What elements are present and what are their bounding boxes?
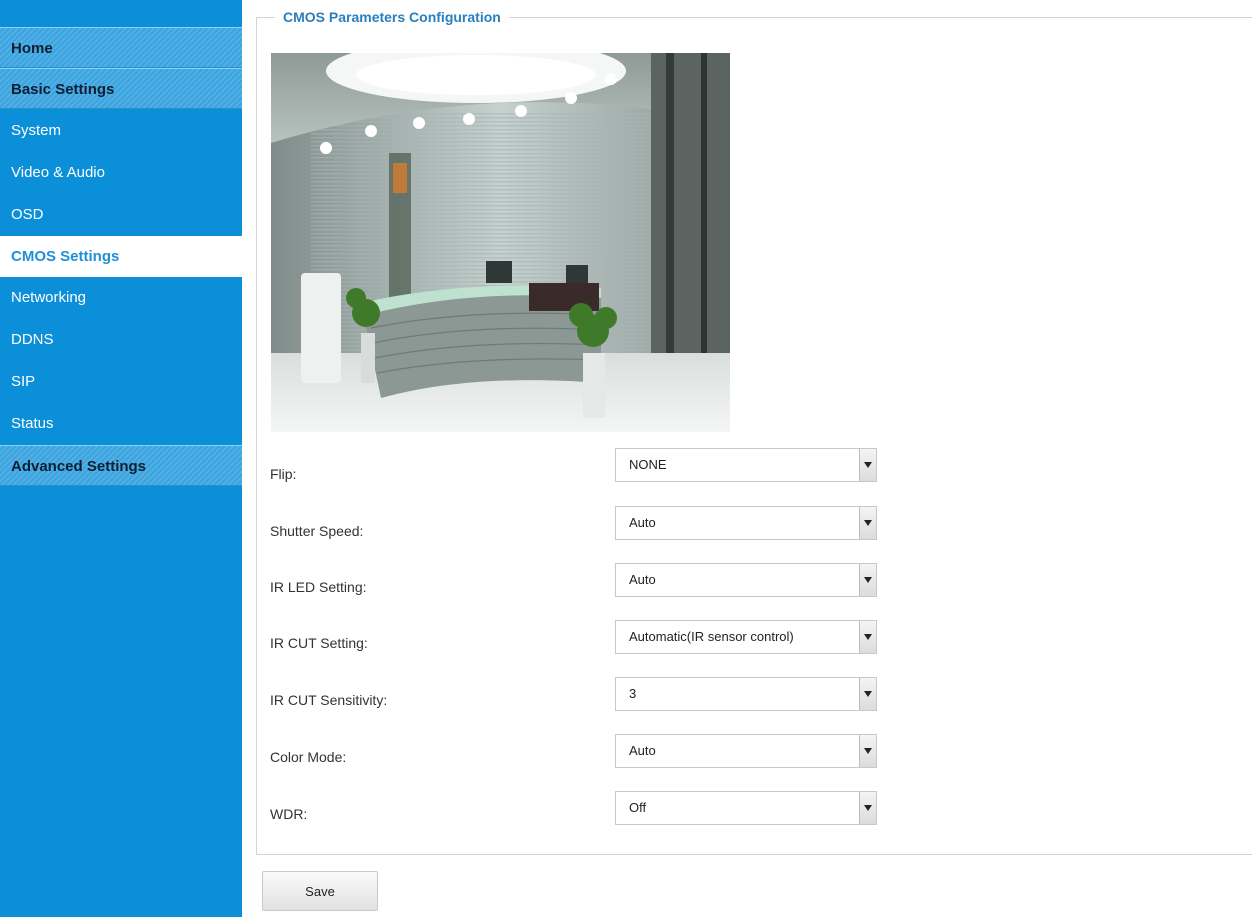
ir-cut-setting-select[interactable]: Automatic(IR sensor control) (615, 620, 877, 654)
chevron-down-icon[interactable] (859, 678, 876, 710)
color-mode-value: Auto (629, 743, 656, 758)
sidebar-item-home[interactable]: Home (0, 27, 242, 68)
camera-preview-image (271, 53, 730, 432)
sidebar-item-sip[interactable]: SIP (0, 361, 242, 402)
sidebar-item-system[interactable]: System (0, 110, 242, 151)
color-mode-select[interactable]: Auto (615, 734, 877, 768)
sidebar-item-networking[interactable]: Networking (0, 277, 242, 318)
ir-cut-sensitivity-label: IR CUT Sensitivity: (270, 692, 388, 708)
ir-cut-sensitivity-value: 3 (629, 686, 637, 701)
sidebar-item-basic-settings[interactable]: Basic Settings (0, 68, 242, 109)
ir-cut-sensitivity-select[interactable]: 3 (615, 677, 877, 711)
color-mode-label: Color Mode: (270, 749, 347, 765)
ir-cut-setting-value: Automatic(IR sensor control) (629, 629, 794, 644)
ir-led-setting-label: IR LED Setting: (270, 579, 367, 595)
shutter-speed-value: Auto (629, 515, 656, 530)
chevron-down-icon[interactable] (859, 621, 876, 653)
shutter-speed-select[interactable]: Auto (615, 506, 877, 540)
flip-select[interactable]: NONE (615, 448, 877, 482)
wdr-value: Off (629, 800, 647, 815)
chevron-down-icon[interactable] (859, 735, 876, 767)
shutter-speed-label: Shutter Speed: (270, 523, 364, 539)
sidebar-item-video-audio[interactable]: Video & Audio (0, 152, 242, 193)
save-button[interactable]: Save (262, 871, 378, 911)
sidebar-item-advanced-settings[interactable]: Advanced Settings (0, 445, 242, 486)
wdr-label: WDR: (270, 806, 308, 822)
sidebar-item-cmos-settings[interactable]: CMOS Settings (0, 236, 242, 277)
chevron-down-icon[interactable] (859, 792, 876, 824)
sidebar-item-status[interactable]: Status (0, 403, 242, 444)
ir-led-setting-select[interactable]: Auto (615, 563, 877, 597)
wdr-select[interactable]: Off (615, 791, 877, 825)
ir-cut-setting-label: IR CUT Setting: (270, 635, 368, 651)
chevron-down-icon[interactable] (859, 564, 876, 596)
sidebar-item-ddns[interactable]: DDNS (0, 319, 242, 360)
sidebar: Home Basic Settings System Video & Audio… (0, 0, 242, 917)
chevron-down-icon[interactable] (859, 507, 876, 539)
chevron-down-icon[interactable] (859, 449, 876, 481)
flip-label: Flip: (270, 466, 297, 482)
fieldset-legend: CMOS Parameters Configuration (275, 9, 509, 25)
sidebar-item-osd[interactable]: OSD (0, 194, 242, 235)
flip-value: NONE (629, 457, 667, 472)
ir-led-setting-value: Auto (629, 572, 656, 587)
